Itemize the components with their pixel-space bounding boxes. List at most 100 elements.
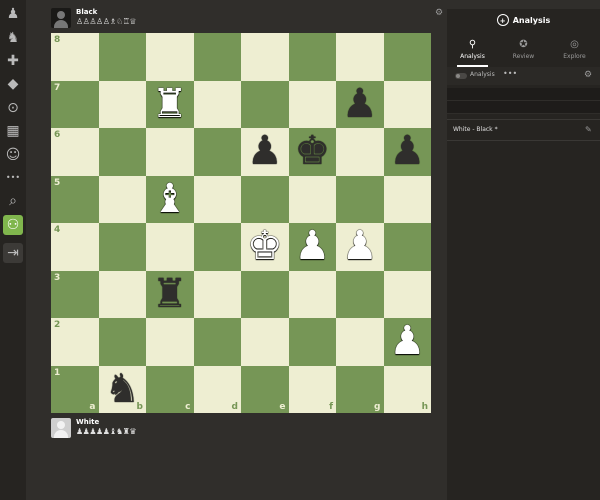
- square-b7[interactable]: [98, 80, 146, 128]
- black-pawn-icon[interactable]: ♟: [241, 128, 289, 176]
- white-bishop-icon[interactable]: ♝: [146, 176, 194, 224]
- square-d4[interactable]: [193, 223, 241, 271]
- square-c5[interactable]: ♝: [146, 175, 194, 224]
- engine-toggle[interactable]: [455, 73, 467, 79]
- square-g3[interactable]: [336, 270, 384, 318]
- square-g2[interactable]: [336, 318, 384, 366]
- news-icon[interactable]: ▦: [3, 121, 23, 141]
- search-icon[interactable]: ⌕: [3, 191, 23, 211]
- black-pawn-icon[interactable]: ♟: [384, 128, 432, 176]
- square-f2[interactable]: [288, 318, 336, 366]
- square-d6[interactable]: [193, 128, 241, 176]
- tab-review[interactable]: ✪ Review: [498, 31, 549, 67]
- chess-board[interactable]: 8 7 ♜ ♟ 6 ♟ ♚ ♟ 5 ♝ 4 ♚ ♟ ♟ 3 ♜ 2 ♟ 1 a b ♞ c d e f g h: [51, 33, 431, 413]
- login-icon[interactable]: ⇥: [3, 243, 23, 263]
- social-icon[interactable]: ☺: [3, 145, 23, 165]
- square-f7[interactable]: [288, 80, 336, 128]
- black-king-icon[interactable]: ♚: [289, 128, 337, 176]
- square-c8[interactable]: [146, 33, 194, 81]
- white-rook-icon[interactable]: ♜: [146, 81, 194, 129]
- white-pawn-icon[interactable]: ♟: [289, 223, 337, 271]
- analysis-settings-icon[interactable]: ⚙: [584, 70, 592, 80]
- play-icon[interactable]: ♞: [3, 28, 23, 48]
- more-options-icon[interactable]: •••: [503, 69, 517, 78]
- learn-icon[interactable]: ◆: [3, 74, 23, 94]
- square-c6[interactable]: [146, 128, 194, 176]
- square-g4[interactable]: ♟: [336, 223, 384, 271]
- white-pawn-icon[interactable]: ♟: [336, 223, 384, 271]
- square-g6[interactable]: [336, 128, 384, 176]
- square-f1[interactable]: f: [288, 365, 336, 413]
- square-h6[interactable]: ♟: [383, 128, 432, 176]
- square-d2[interactable]: [193, 318, 241, 366]
- square-b8[interactable]: [98, 33, 146, 81]
- square-b6[interactable]: [98, 128, 146, 176]
- square-e5[interactable]: [241, 175, 289, 223]
- square-g5[interactable]: [336, 175, 384, 223]
- tab-analysis[interactable]: ⚲ Analysis: [447, 31, 498, 67]
- black-rook-icon[interactable]: ♜: [146, 271, 194, 319]
- square-h8[interactable]: [383, 33, 431, 81]
- square-b3[interactable]: [98, 270, 146, 318]
- square-h1[interactable]: h: [383, 365, 431, 413]
- square-e7[interactable]: [241, 80, 289, 128]
- square-h2[interactable]: ♟: [383, 318, 432, 366]
- square-a1[interactable]: 1a: [51, 365, 99, 413]
- tab-explore[interactable]: ◎ Explore: [549, 31, 600, 67]
- square-a3[interactable]: 3: [51, 270, 99, 318]
- square-e2[interactable]: [241, 318, 289, 366]
- top-player-name[interactable]: Black: [76, 8, 97, 16]
- square-d5[interactable]: [193, 175, 241, 223]
- bottom-player-name[interactable]: White: [76, 418, 99, 426]
- chesscom-logo-icon[interactable]: ♟: [3, 4, 23, 24]
- square-b1[interactable]: b ♞: [98, 365, 147, 414]
- square-d1[interactable]: d: [193, 365, 241, 413]
- square-c7[interactable]: ♜: [146, 80, 194, 129]
- watch-icon[interactable]: ⊙: [3, 98, 23, 118]
- square-c3[interactable]: ♜: [146, 270, 194, 319]
- square-d3[interactable]: [193, 270, 241, 318]
- square-a4[interactable]: 4: [51, 223, 99, 271]
- more-icon[interactable]: •••: [3, 168, 23, 188]
- square-a5[interactable]: 5: [51, 175, 99, 223]
- square-c1[interactable]: c: [146, 365, 194, 413]
- square-b2[interactable]: [98, 318, 146, 366]
- square-f4[interactable]: ♟: [288, 223, 337, 271]
- square-d8[interactable]: [193, 33, 241, 81]
- black-knight-icon[interactable]: ♞: [99, 366, 147, 414]
- square-c4[interactable]: [146, 223, 194, 271]
- square-d7[interactable]: [193, 80, 241, 128]
- square-h3[interactable]: [383, 270, 431, 318]
- square-a7[interactable]: 7: [51, 80, 99, 128]
- square-a2[interactable]: 2: [51, 318, 99, 366]
- square-f5[interactable]: [288, 175, 336, 223]
- square-e6[interactable]: ♟: [241, 128, 289, 176]
- white-pawn-icon[interactable]: ♟: [384, 318, 432, 366]
- square-e1[interactable]: e: [241, 365, 289, 413]
- square-f6[interactable]: ♚: [288, 128, 337, 176]
- square-h5[interactable]: [383, 175, 431, 223]
- puzzles-icon[interactable]: ✚: [3, 51, 23, 71]
- square-f8[interactable]: [288, 33, 336, 81]
- square-e8[interactable]: [241, 33, 289, 81]
- black-pawn-icon[interactable]: ♟: [336, 81, 384, 129]
- square-b5[interactable]: [98, 175, 146, 223]
- white-king-icon[interactable]: ♚: [241, 223, 289, 271]
- square-g8[interactable]: [336, 33, 384, 81]
- white-avatar[interactable]: [51, 418, 71, 438]
- square-c2[interactable]: [146, 318, 194, 366]
- square-e3[interactable]: [241, 270, 289, 318]
- square-h4[interactable]: [383, 223, 431, 271]
- square-e4[interactable]: ♚: [241, 223, 289, 271]
- board-settings-icon[interactable]: ⚙: [434, 8, 444, 18]
- edit-icon[interactable]: ✎: [585, 125, 592, 134]
- square-h7[interactable]: [383, 80, 431, 128]
- black-avatar[interactable]: [51, 8, 71, 28]
- analysis-active-icon[interactable]: ⚇: [3, 215, 23, 235]
- square-g7[interactable]: ♟: [336, 80, 384, 129]
- square-a8[interactable]: 8: [51, 33, 99, 81]
- square-g1[interactable]: g: [336, 365, 384, 413]
- square-f3[interactable]: [288, 270, 336, 318]
- square-a6[interactable]: 6: [51, 128, 99, 176]
- square-b4[interactable]: [98, 223, 146, 271]
